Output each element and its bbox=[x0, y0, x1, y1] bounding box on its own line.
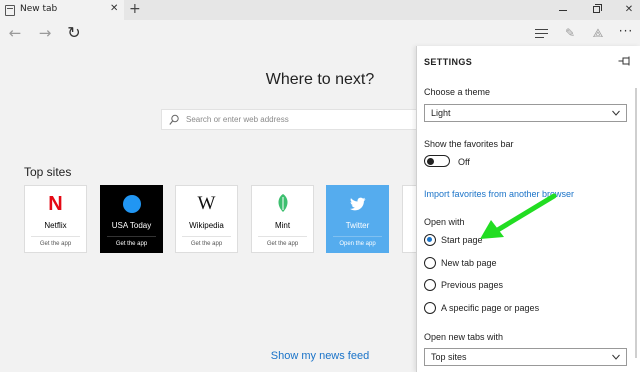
radio-label: A specific page or pages bbox=[441, 303, 540, 313]
radio-button[interactable] bbox=[424, 302, 436, 314]
tab-close-button[interactable]: ✕ bbox=[110, 3, 118, 15]
share-button[interactable]: ⟁ bbox=[588, 24, 608, 42]
mint-leaf-icon bbox=[252, 193, 313, 215]
radio-selected-dot bbox=[427, 237, 432, 242]
new-tabs-label: Open new tabs with bbox=[424, 332, 504, 342]
forward-button[interactable]: → bbox=[35, 23, 55, 43]
radio-button[interactable] bbox=[424, 279, 436, 291]
tile-divider bbox=[333, 236, 382, 237]
radio-button[interactable] bbox=[424, 257, 436, 269]
toggle-knob bbox=[427, 157, 434, 165]
settings-scrollbar[interactable] bbox=[635, 88, 637, 358]
tile-name: Wikipedia bbox=[189, 221, 224, 230]
more-button[interactable]: ··· bbox=[616, 24, 636, 42]
search-icon bbox=[169, 114, 179, 125]
theme-label: Choose a theme bbox=[424, 87, 491, 97]
tile-divider bbox=[258, 236, 307, 237]
favorites-bar-state: Off bbox=[458, 157, 470, 167]
title-bar: New tab ✕ + ✕ bbox=[0, 0, 640, 20]
chevron-down-icon bbox=[612, 110, 620, 116]
favorites-bar-label: Show the favorites bar bbox=[424, 139, 514, 149]
hub-icon bbox=[535, 29, 548, 30]
pin-icon[interactable] bbox=[618, 55, 632, 67]
tile-wikipedia[interactable]: W Wikipedia Get the app bbox=[175, 185, 238, 253]
maximize-button[interactable] bbox=[586, 2, 608, 18]
tile-usa-today[interactable]: USA Today Get the app bbox=[100, 185, 163, 253]
tile-name: USA Today bbox=[111, 221, 152, 230]
tile-name: Netflix bbox=[44, 221, 67, 230]
tile-netflix[interactable]: N Netflix Get the app bbox=[24, 185, 87, 253]
tile-divider bbox=[182, 236, 231, 237]
hub-icon-line bbox=[535, 33, 548, 34]
restore-icon-front bbox=[593, 6, 600, 13]
minimize-button[interactable] bbox=[552, 2, 574, 18]
netflix-logo-icon: N bbox=[48, 193, 63, 215]
twitter-bird-icon bbox=[327, 193, 388, 215]
radio-label: New tab page bbox=[441, 258, 497, 268]
radio-label: Previous pages bbox=[441, 280, 504, 290]
tile-name: Mint bbox=[274, 221, 291, 230]
minimize-icon bbox=[559, 10, 567, 11]
new-tab-button[interactable]: + bbox=[129, 1, 141, 17]
tab-title: New tab bbox=[20, 4, 58, 14]
radio-specific-pages[interactable]: A specific page or pages bbox=[424, 302, 624, 316]
radio-button-selected[interactable] bbox=[424, 234, 436, 246]
hub-button[interactable] bbox=[532, 24, 552, 42]
tab-new-tab[interactable]: New tab ✕ bbox=[0, 0, 124, 20]
tile-mint[interactable]: Mint Get the app bbox=[251, 185, 314, 253]
tile-divider bbox=[31, 236, 80, 237]
settings-title: SETTINGS bbox=[424, 57, 473, 67]
open-with-label: Open with bbox=[424, 217, 465, 227]
favorites-bar-toggle[interactable] bbox=[424, 155, 450, 167]
back-button[interactable]: ← bbox=[5, 23, 25, 43]
new-tabs-select-value: Top sites bbox=[431, 352, 467, 362]
tile-action[interactable]: Get the app bbox=[101, 241, 162, 247]
hub-icon-line-short bbox=[535, 37, 544, 38]
chevron-down-icon bbox=[612, 354, 620, 360]
theme-select[interactable]: Light bbox=[424, 104, 627, 122]
tile-action[interactable]: Get the app bbox=[252, 241, 313, 247]
tile-action[interactable]: Get the app bbox=[176, 241, 237, 247]
theme-select-value: Light bbox=[431, 108, 451, 118]
radio-previous-pages[interactable]: Previous pages bbox=[424, 279, 624, 293]
tile-divider bbox=[107, 236, 156, 237]
navigation-toolbar: ← → ↻ ✎ ⟁ ··· bbox=[0, 20, 640, 46]
tile-twitter[interactable]: Twitter Open the app bbox=[326, 185, 389, 253]
annotation-arrow-icon bbox=[480, 193, 557, 239]
web-note-button[interactable]: ✎ bbox=[560, 24, 580, 42]
wikipedia-logo-icon: W bbox=[197, 193, 216, 214]
top-sites-heading: Top sites bbox=[24, 165, 72, 179]
tile-name: Twitter bbox=[345, 221, 370, 230]
radio-new-tab-page[interactable]: New tab page bbox=[424, 257, 624, 271]
tile-action[interactable]: Get the app bbox=[25, 241, 86, 247]
refresh-button[interactable]: ↻ bbox=[64, 23, 84, 43]
page-icon bbox=[5, 5, 15, 16]
search-placeholder: Search or enter web address bbox=[186, 115, 289, 124]
usa-today-logo-icon bbox=[101, 193, 162, 215]
window-close-button[interactable]: ✕ bbox=[618, 2, 640, 18]
new-tabs-select[interactable]: Top sites bbox=[424, 348, 627, 366]
tile-action[interactable]: Open the app bbox=[327, 241, 388, 247]
show-news-feed-link[interactable]: Show my news feed bbox=[252, 350, 388, 362]
tile-partial[interactable] bbox=[402, 185, 416, 253]
